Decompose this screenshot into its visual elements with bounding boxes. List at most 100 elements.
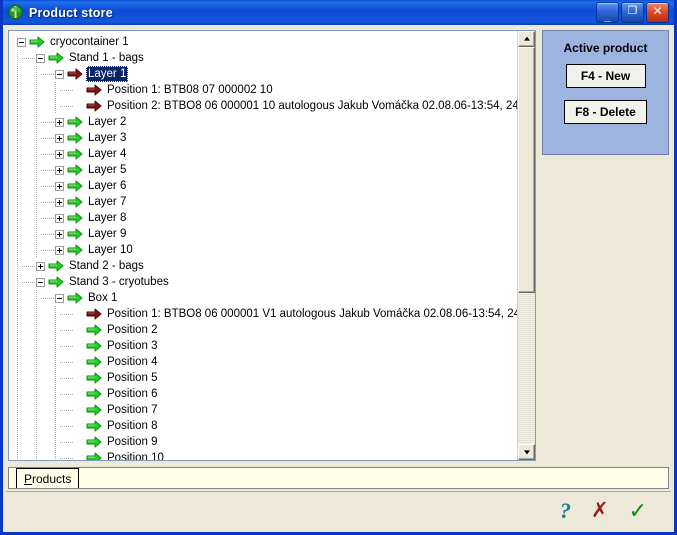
expand-icon[interactable] <box>36 261 45 271</box>
tree-guide-line <box>36 290 37 306</box>
expand-icon[interactable] <box>55 117 64 127</box>
expand-icon[interactable] <box>55 181 64 191</box>
tree-node[interactable]: Layer 10 <box>9 242 517 258</box>
scrollbar-thumb[interactable] <box>518 47 535 294</box>
scrollbar-track[interactable] <box>518 47 535 444</box>
tree-node[interactable]: Layer 9 <box>9 226 517 242</box>
tree-indent <box>9 418 74 434</box>
collapse-icon[interactable] <box>55 293 64 303</box>
tree-node[interactable]: Position 8 <box>9 418 517 434</box>
tree-guide-line <box>17 434 18 450</box>
cancel-icon[interactable]: ✗ <box>591 500 609 521</box>
tree-node-label: Layer 5 <box>88 164 127 176</box>
tree-guide-line <box>36 418 37 434</box>
expand-icon[interactable] <box>55 133 64 143</box>
ok-icon[interactable]: ✓ <box>629 499 647 521</box>
title-bar: Product store _ ❐ ✕ <box>3 0 674 25</box>
product-tree-panel: cryocontainer 1 Stand 1 - bags Layer 1 Posi… <box>8 30 536 461</box>
tree-node[interactable]: Stand 2 - bags <box>9 258 517 274</box>
tree-node-label: Layer 2 <box>88 116 127 128</box>
tree-toggle-placeholder <box>74 326 83 335</box>
tree-connector <box>41 154 55 155</box>
collapse-icon[interactable] <box>36 53 45 63</box>
tree-node[interactable]: Layer 1 <box>9 66 517 82</box>
tab-products-label: roducts <box>32 472 72 486</box>
maximize-button[interactable]: ❐ <box>621 2 644 23</box>
new-button[interactable]: F4 - New <box>565 64 646 88</box>
tree-guide-line <box>55 306 56 322</box>
tab-rail <box>8 467 669 489</box>
arrow-free-icon <box>48 276 64 288</box>
tree-node[interactable]: Position 10 <box>9 450 517 460</box>
arrow-free-icon <box>29 36 45 48</box>
tree-guide-line <box>36 242 37 258</box>
tree-node[interactable]: Position 2 <box>9 322 517 338</box>
arrow-free-icon <box>67 116 83 128</box>
tree-node[interactable]: Position 4 <box>9 354 517 370</box>
tree-node[interactable]: Layer 6 <box>9 178 517 194</box>
tree-connector <box>60 378 74 379</box>
tree-node[interactable]: Stand 3 - cryotubes <box>9 274 517 290</box>
tree-connector <box>60 314 74 315</box>
product-tree[interactable]: cryocontainer 1 Stand 1 - bags Layer 1 Posi… <box>9 31 517 460</box>
tree-node[interactable]: Layer 4 <box>9 146 517 162</box>
tree-node[interactable]: Position 6 <box>9 386 517 402</box>
tree-guide-line <box>55 402 56 418</box>
tree-toggle-placeholder <box>74 374 83 383</box>
help-icon[interactable]: ? <box>560 499 571 521</box>
close-button[interactable]: ✕ <box>646 2 669 23</box>
tree-node[interactable]: Layer 5 <box>9 162 517 178</box>
tree-node-label: Position 1: BTB08 07 000002 10 <box>107 84 273 96</box>
arrow-occupied-icon <box>86 84 102 96</box>
tree-indent <box>9 50 36 66</box>
collapse-icon[interactable] <box>55 69 64 79</box>
expand-icon[interactable] <box>55 165 64 175</box>
tree-node[interactable]: Position 9 <box>9 434 517 450</box>
tree-guide-line <box>17 354 18 370</box>
tree-node[interactable]: Layer 7 <box>9 194 517 210</box>
tree-node[interactable]: cryocontainer 1 <box>9 34 517 50</box>
delete-button[interactable]: F8 - Delete <box>564 100 647 124</box>
tree-node[interactable]: Layer 2 <box>9 114 517 130</box>
tree-node[interactable]: Box 1 <box>9 290 517 306</box>
tree-guide-line <box>55 386 56 402</box>
active-product-group: Active product F4 - New F8 - Delete <box>542 30 669 155</box>
arrow-free-icon <box>86 436 102 448</box>
scroll-up-button[interactable] <box>518 31 535 47</box>
expand-icon[interactable] <box>55 149 64 159</box>
tree-guide-line <box>36 338 37 354</box>
tree-node[interactable]: Position 7 <box>9 402 517 418</box>
content-row: cryocontainer 1 Stand 1 - bags Layer 1 Posi… <box>3 27 674 461</box>
collapse-icon[interactable] <box>17 37 26 47</box>
tree-connector <box>41 250 55 251</box>
tree-guide-line <box>17 82 18 98</box>
tree-connector <box>60 362 74 363</box>
tree-node[interactable]: Position 5 <box>9 370 517 386</box>
tree-node[interactable]: Position 1: BTBO8 06 000001 V1 autologou… <box>9 306 517 322</box>
scroll-down-button[interactable] <box>518 444 535 460</box>
expand-icon[interactable] <box>55 245 64 255</box>
tree-guide-line <box>17 258 18 274</box>
tree-node[interactable]: Position 3 <box>9 338 517 354</box>
tree-toggle-placeholder <box>74 310 83 319</box>
tree-node[interactable]: Position 2: BTBO8 06 000001 10 autologou… <box>9 98 517 114</box>
tree-guide-line <box>55 450 56 460</box>
tree-node-label: cryocontainer 1 <box>50 36 129 48</box>
arrow-occupied-icon <box>67 68 83 80</box>
tree-vertical-scrollbar[interactable] <box>517 31 535 460</box>
tree-node[interactable]: Layer 8 <box>9 210 517 226</box>
arrow-free-icon <box>67 132 83 144</box>
arrow-occupied-icon <box>86 100 102 112</box>
tree-guide-line <box>17 306 18 322</box>
tree-node[interactable]: Position 1: BTB08 07 000002 10 <box>9 82 517 98</box>
expand-icon[interactable] <box>55 229 64 239</box>
expand-icon[interactable] <box>55 197 64 207</box>
tree-connector <box>41 186 55 187</box>
expand-icon[interactable] <box>55 213 64 223</box>
tree-node[interactable]: Layer 3 <box>9 130 517 146</box>
tree-connector <box>22 266 36 267</box>
tab-products[interactable]: Products <box>16 468 80 488</box>
minimize-button[interactable]: _ <box>596 2 619 23</box>
collapse-icon[interactable] <box>36 277 45 287</box>
tree-node[interactable]: Stand 1 - bags <box>9 50 517 66</box>
